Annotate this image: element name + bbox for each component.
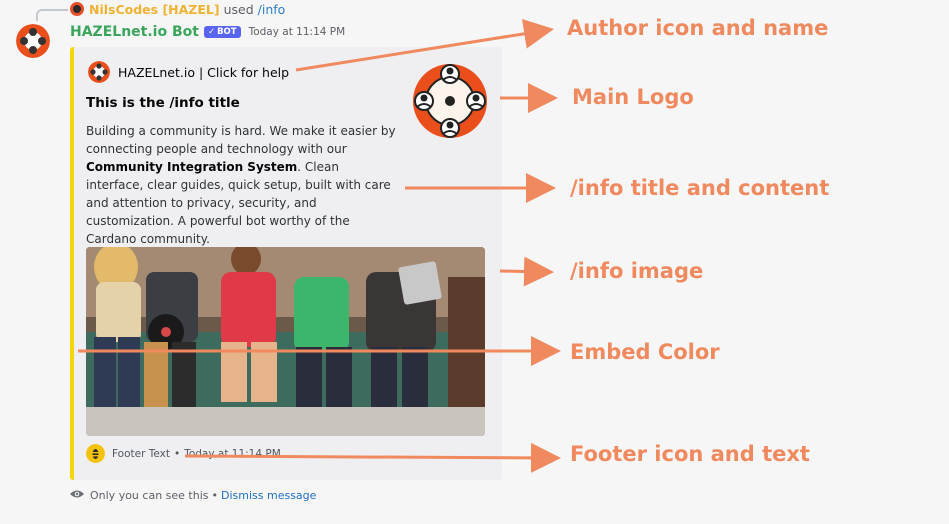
annotation-author: Author icon and name (567, 16, 829, 40)
annotation-content: /info title and content (570, 176, 830, 200)
annotation-image: /info image (570, 259, 704, 283)
arrow-footer (184, 442, 561, 473)
arrow-image (499, 256, 554, 287)
annotation-color: Embed Color (570, 340, 720, 364)
annotation-footer: Footer icon and text (570, 442, 810, 466)
annotation-logo: Main Logo (572, 85, 694, 109)
arrow-author (295, 18, 554, 72)
